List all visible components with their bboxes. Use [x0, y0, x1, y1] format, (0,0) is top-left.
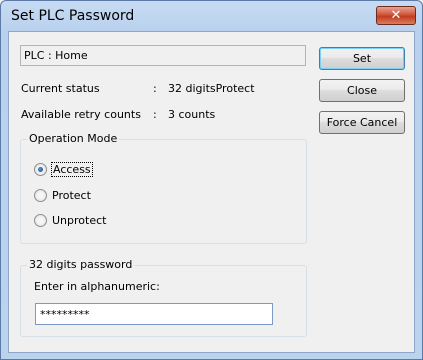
plc-target-field: PLC : Home — [20, 45, 306, 66]
password-prompt: Enter in alphanumeric: — [34, 280, 160, 293]
password-input[interactable] — [35, 303, 273, 325]
operation-mode-title: Operation Mode — [27, 132, 120, 145]
radio-access-label[interactable]: Access — [51, 162, 93, 177]
close-button[interactable]: Close — [319, 79, 405, 102]
radio-button-icon[interactable] — [34, 163, 47, 176]
radio-unprotect[interactable]: Unprotect — [34, 214, 106, 227]
close-icon: ✕ — [390, 8, 402, 23]
radio-access[interactable]: Access — [34, 162, 93, 177]
force-cancel-button[interactable]: Force Cancel — [319, 111, 405, 134]
dialog-client-area: PLC : Home Current status : 32 digitsPro… — [8, 31, 415, 353]
close-window-button[interactable]: ✕ — [376, 6, 416, 25]
title-bar[interactable]: Set PLC Password ✕ — [1, 1, 422, 31]
retry-count-label: Available retry counts — [21, 108, 141, 121]
dialog-window: Set PLC Password ✕ PLC : Home Current st… — [0, 0, 423, 360]
retry-count-separator: : — [153, 108, 157, 121]
password-group: 32 digits password Enter in alphanumeric… — [20, 258, 307, 337]
radio-button-icon[interactable] — [34, 189, 47, 202]
radio-unprotect-label[interactable]: Unprotect — [52, 214, 106, 227]
radio-protect-label[interactable]: Protect — [52, 189, 91, 202]
operation-mode-group: Operation Mode Access Protect Unprotect — [20, 132, 307, 244]
current-status-label: Current status — [21, 82, 100, 95]
current-status-value: 32 digitsProtect — [168, 82, 255, 95]
radio-protect[interactable]: Protect — [34, 189, 91, 202]
window-title: Set PLC Password — [11, 8, 135, 24]
current-status-separator: : — [153, 82, 157, 95]
radio-selected-dot-icon — [38, 167, 43, 172]
password-group-title: 32 digits password — [27, 258, 135, 271]
retry-count-value: 3 counts — [168, 108, 216, 121]
set-button[interactable]: Set — [319, 47, 405, 70]
radio-button-icon[interactable] — [34, 214, 47, 227]
